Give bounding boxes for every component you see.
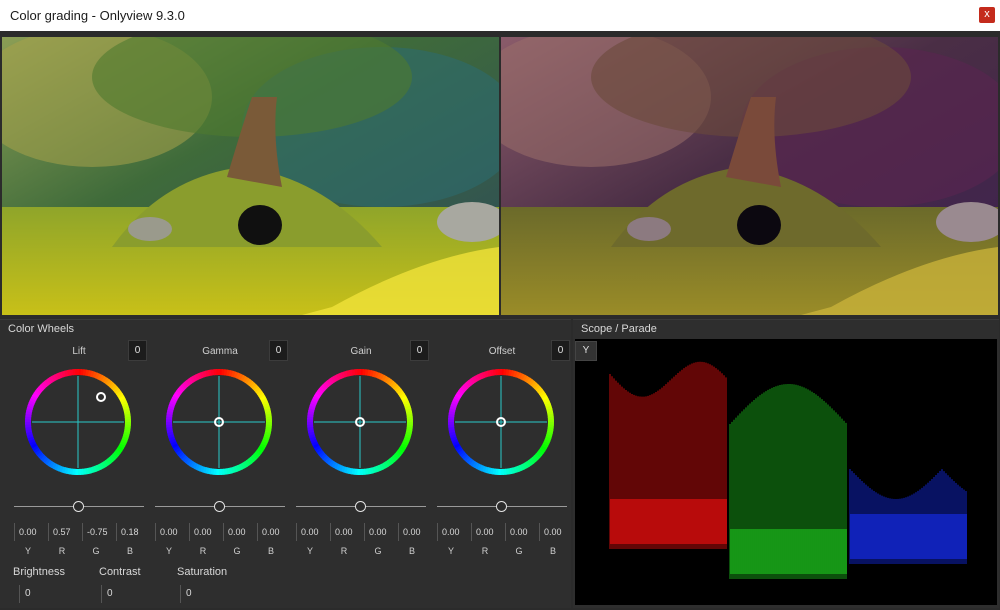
offset-count-box[interactable]: 0 <box>551 340 570 361</box>
offset-b-value[interactable]: 0.00 <box>539 523 574 541</box>
lift-color-wheel[interactable] <box>22 366 134 478</box>
parade-graph <box>609 361 967 579</box>
source-image <box>2 37 499 315</box>
gamma-g-value[interactable]: 0.00 <box>223 523 258 541</box>
graded-image <box>501 37 998 315</box>
lift-g-value[interactable]: -0.75 <box>82 523 117 541</box>
gain-channel-label: G <box>374 546 382 556</box>
brightness-label: Brightness <box>13 566 65 578</box>
lift-count-box[interactable]: 0 <box>128 340 147 361</box>
gain-g-value[interactable]: 0.00 <box>364 523 399 541</box>
gain-slider-knob[interactable] <box>355 501 366 512</box>
saturation-input[interactable]: 0 <box>180 585 246 603</box>
offset-y-value[interactable]: 0.00 <box>437 523 472 541</box>
contrast-input[interactable]: 0 <box>101 585 167 603</box>
gain-label: Gain <box>350 346 372 357</box>
lift-b-value[interactable]: 0.18 <box>116 523 151 541</box>
gamma-b-value[interactable]: 0.00 <box>257 523 292 541</box>
scope-title: Scope / Parade <box>581 323 657 335</box>
gain-count-box[interactable]: 0 <box>410 340 429 361</box>
gain-b-value[interactable]: 0.00 <box>398 523 433 541</box>
lift-channel-label: G <box>92 546 100 556</box>
graded-viewer[interactable] <box>501 37 998 315</box>
scope-mode-button[interactable]: Y <box>575 341 597 361</box>
lift-y-value[interactable]: 0.00 <box>14 523 49 541</box>
parade-scope <box>575 339 997 605</box>
lift-slider-knob[interactable] <box>73 501 84 512</box>
window-title: Color grading - Onlyview 9.3.0 <box>10 8 185 23</box>
title-bar: Color grading - Onlyview 9.3.0 x <box>0 0 1000 32</box>
offset-channel-label: R <box>481 546 489 556</box>
parade-blue-dense <box>850 514 967 559</box>
parade-red-dense <box>610 499 727 544</box>
offset-slider-knob[interactable] <box>496 501 507 512</box>
lift-channel-label: B <box>126 546 133 556</box>
gamma-channel-label: Y <box>165 546 172 556</box>
color-wheels-title: Color Wheels <box>8 323 75 335</box>
offset-channel-label: B <box>549 546 556 556</box>
offset-channel-label: G <box>515 546 523 556</box>
gain-channel-label: B <box>408 546 415 556</box>
gain-color-wheel[interactable] <box>304 366 416 478</box>
offset-g-value[interactable]: 0.00 <box>505 523 540 541</box>
gain-y-value[interactable]: 0.00 <box>296 523 331 541</box>
lift-label: Lift <box>72 346 86 357</box>
lift-channel-label: Y <box>24 546 31 556</box>
gamma-slider-knob[interactable] <box>214 501 225 512</box>
lift-r-value[interactable]: 0.57 <box>48 523 83 541</box>
gain-channel-label: Y <box>306 546 313 556</box>
gamma-channel-label: B <box>267 546 274 556</box>
close-icon[interactable]: x <box>979 7 995 23</box>
gamma-count-box[interactable]: 0 <box>269 340 288 361</box>
offset-color-wheel[interactable] <box>445 366 557 478</box>
gamma-channel-label: R <box>199 546 207 556</box>
gamma-r-value[interactable]: 0.00 <box>189 523 224 541</box>
gain-channel-label: R <box>340 546 348 556</box>
offset-channel-label: Y <box>447 546 454 556</box>
gain-r-value[interactable]: 0.00 <box>330 523 365 541</box>
gamma-channel-label: G <box>233 546 241 556</box>
brightness-input[interactable]: 0 <box>19 585 85 603</box>
offset-r-value[interactable]: 0.00 <box>471 523 506 541</box>
gamma-label: Gamma <box>202 346 238 357</box>
saturation-label: Saturation <box>177 566 228 578</box>
gamma-y-value[interactable]: 0.00 <box>155 523 190 541</box>
contrast-label: Contrast <box>99 566 141 578</box>
offset-label: Offset <box>488 346 516 357</box>
parade-green-dense <box>730 529 847 574</box>
lift-wheel-puck[interactable] <box>96 392 106 402</box>
lift-channel-label: R <box>58 546 66 556</box>
source-viewer[interactable] <box>2 37 499 315</box>
gamma-color-wheel[interactable] <box>163 366 275 478</box>
